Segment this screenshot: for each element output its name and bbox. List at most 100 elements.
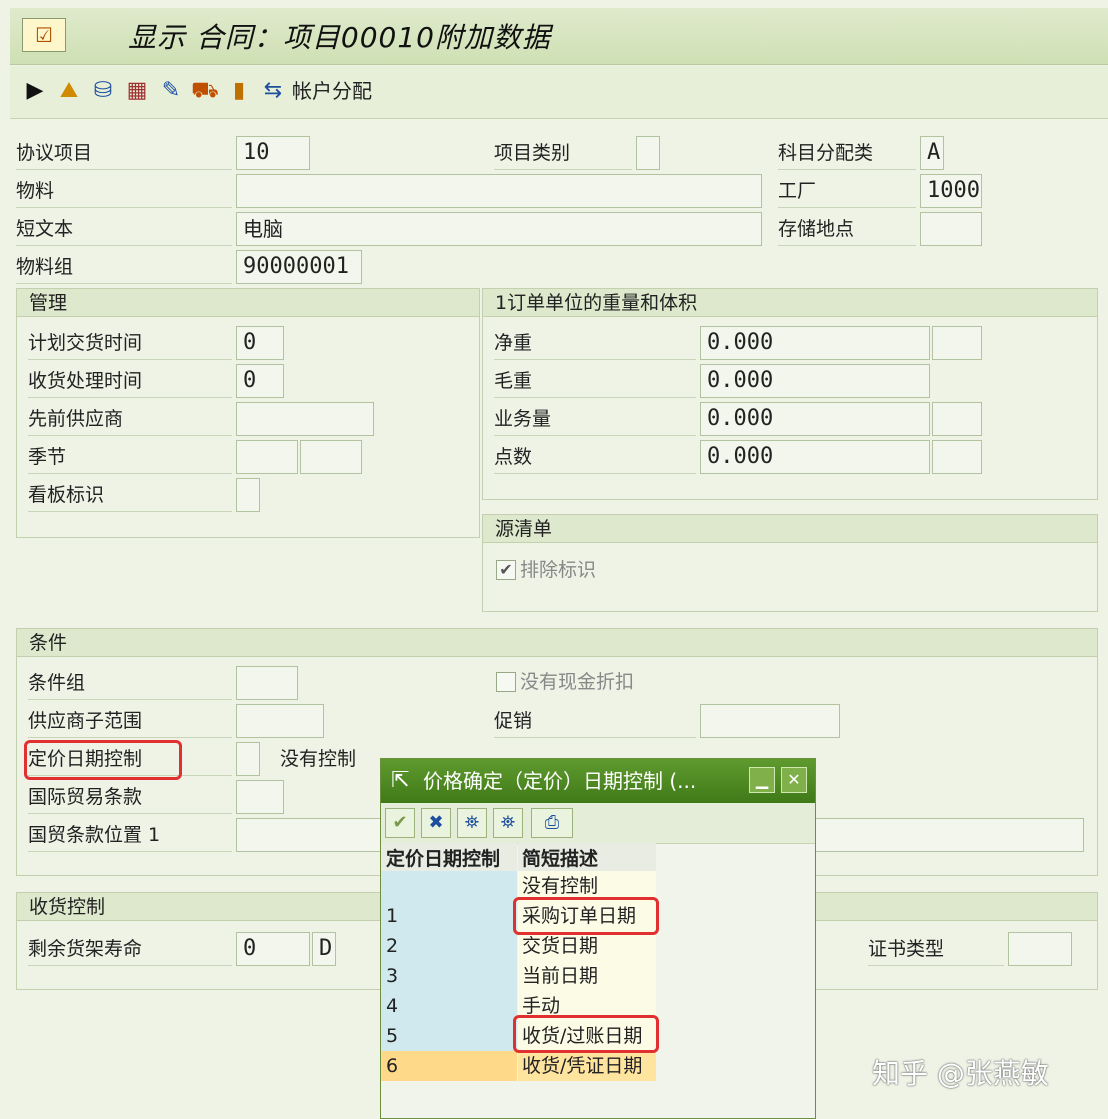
promotion-field[interactable] bbox=[700, 704, 840, 738]
exclusion-checkbox[interactable]: ✔ bbox=[496, 560, 516, 580]
list-item-desc[interactable]: 当前日期 bbox=[518, 961, 656, 991]
screen-menu-icon[interactable]: ☑ bbox=[22, 18, 66, 52]
title-bar: ☑ 显示 合同：项目00010附加数据 bbox=[10, 8, 1108, 65]
stamp-icon[interactable]: ⛁ bbox=[88, 76, 118, 106]
volume-label: 业务量 bbox=[494, 404, 696, 436]
condition-group-field[interactable] bbox=[236, 666, 298, 700]
conditions-title: 条件 bbox=[17, 629, 1097, 657]
vendor-subrange-label: 供应商子范围 bbox=[28, 706, 232, 738]
shelf-life-unit-field[interactable]: D bbox=[312, 932, 336, 966]
dialog-toolbar: ✔ ✖ ⛯ ⛯ ⎙ bbox=[381, 803, 815, 844]
material-label: 物料 bbox=[16, 176, 232, 208]
condition-group-label: 条件组 bbox=[28, 668, 232, 700]
volume-field[interactable]: 0.000 bbox=[700, 402, 930, 436]
exclusion-label: 排除标识 bbox=[520, 559, 597, 581]
planned-delivery-field[interactable]: 0 bbox=[236, 326, 284, 360]
application-toolbar: ▶ ⛰ ⛁ ▦ ✎ ⛟ ▮ ⇆ 帐户分配 bbox=[10, 66, 1108, 119]
material-group-label: 物料组 bbox=[16, 252, 232, 284]
promotion-label: 促销 bbox=[494, 706, 696, 738]
cancel-icon[interactable]: ✖ bbox=[421, 808, 451, 838]
list-item-key[interactable] bbox=[381, 871, 517, 901]
account-assignment-button[interactable]: 帐户分配 bbox=[292, 76, 372, 106]
certificate-type-field[interactable] bbox=[1008, 932, 1072, 966]
net-weight-label: 净重 bbox=[494, 328, 696, 360]
planned-delivery-label: 计划交货时间 bbox=[28, 328, 232, 360]
texts-icon[interactable]: ▦ bbox=[122, 76, 152, 106]
source-list-title: 源清单 bbox=[483, 515, 1097, 543]
material-group-field[interactable]: 90000001 bbox=[236, 250, 362, 284]
sunrise-icon[interactable]: ⛰ bbox=[54, 76, 84, 106]
incoterms-label: 国际贸易条款 bbox=[28, 782, 232, 814]
dialog-window-icon: ⇱ bbox=[391, 768, 410, 793]
find-next-icon[interactable]: ⛯ bbox=[493, 808, 523, 838]
plant-field[interactable]: 1000 bbox=[920, 174, 982, 208]
watermark-text: 知乎 @张燕敏 bbox=[872, 1057, 1049, 1090]
season-year-field[interactable] bbox=[300, 440, 362, 474]
season-category-field[interactable] bbox=[236, 440, 298, 474]
pricing-date-highlight bbox=[24, 740, 182, 780]
find-binoculars-icon[interactable]: ⛯ bbox=[457, 808, 487, 838]
weights-group-title: 1订单单位的重量和体积 bbox=[483, 289, 1097, 317]
weight-unit-field[interactable] bbox=[932, 326, 982, 360]
list-item-key[interactable]: 1 bbox=[381, 901, 517, 931]
prior-vendor-label: 先前供应商 bbox=[28, 404, 232, 436]
dialog-title-bar: ⇱ 价格确定（定价）日期控制 (... ▁ ✕ bbox=[381, 759, 815, 803]
vendor-subrange-field[interactable] bbox=[236, 704, 324, 738]
shelf-life-label: 剩余货架寿命 bbox=[28, 934, 232, 966]
season-label: 季节 bbox=[28, 442, 232, 474]
volume-unit-field[interactable] bbox=[932, 402, 982, 436]
short-text-label: 短文本 bbox=[16, 214, 232, 246]
close-button[interactable]: ✕ bbox=[781, 767, 807, 793]
expand-arrow-icon[interactable]: ▶ bbox=[26, 76, 44, 106]
list-item-desc[interactable]: 交货日期 bbox=[518, 931, 656, 961]
agreement-item-field[interactable]: 10 bbox=[236, 136, 310, 170]
pricing-date-help-dialog: ⇱ 价格确定（定价）日期控制 (... ▁ ✕ ✔ ✖ ⛯ ⛯ ⎙ 定价日期控制… bbox=[380, 758, 816, 1119]
pricing-date-control-field[interactable] bbox=[236, 742, 260, 776]
kanban-label: 看板标识 bbox=[28, 480, 232, 512]
list-item-key[interactable]: 5 bbox=[381, 1021, 517, 1051]
minimize-button[interactable]: ▁ bbox=[749, 767, 775, 793]
gr-processing-label: 收货处理时间 bbox=[28, 366, 232, 398]
account-assignment-icon[interactable]: ⇆ bbox=[258, 76, 288, 106]
pricing-date-control-text: 没有控制 bbox=[280, 748, 357, 770]
prior-vendor-field[interactable] bbox=[236, 402, 374, 436]
acct-assign-cat-field[interactable]: A bbox=[920, 136, 944, 170]
window-title: 显示 合同：项目00010附加数据 bbox=[128, 21, 551, 54]
gr-processing-field[interactable]: 0 bbox=[236, 364, 284, 398]
list-item-desc-selected[interactable]: 收货/凭证日期 bbox=[518, 1051, 656, 1081]
net-weight-field[interactable]: 0.000 bbox=[700, 326, 930, 360]
short-text-field[interactable]: 电脑 bbox=[236, 212, 762, 246]
kanban-field[interactable] bbox=[236, 478, 260, 512]
no-cash-discount-checkbox[interactable] bbox=[496, 672, 516, 692]
list-item-key[interactable]: 2 bbox=[381, 931, 517, 961]
acct-assign-cat-label: 科目分配类 bbox=[778, 138, 916, 170]
shelf-life-field[interactable]: 0 bbox=[236, 932, 310, 966]
storage-location-field[interactable] bbox=[920, 212, 982, 246]
admin-group-title: 管理 bbox=[17, 289, 479, 317]
gross-weight-field[interactable]: 0.000 bbox=[700, 364, 930, 398]
po-date-highlight bbox=[513, 897, 659, 935]
list-item-key[interactable]: 3 bbox=[381, 961, 517, 991]
print-icon[interactable]: ⎙ bbox=[531, 808, 573, 838]
item-category-field[interactable] bbox=[636, 136, 660, 170]
gr-posting-date-highlight bbox=[513, 1015, 659, 1053]
points-unit-field[interactable] bbox=[932, 440, 982, 474]
plant-label: 工厂 bbox=[778, 176, 916, 208]
edit-note-icon[interactable]: ✎ bbox=[156, 76, 186, 106]
agreement-item-label: 协议项目 bbox=[16, 138, 232, 170]
storage-location-label: 存储地点 bbox=[778, 214, 916, 246]
dialog-title: 价格确定（定价）日期控制 (... bbox=[423, 769, 697, 793]
incoterms-location-label: 国贸条款位置 1 bbox=[28, 820, 232, 852]
incoterms-field[interactable] bbox=[236, 780, 284, 814]
certificate-type-label: 证书类型 bbox=[868, 934, 1004, 966]
confirm-check-icon[interactable]: ✔ bbox=[385, 808, 415, 838]
list-item-key-selected[interactable]: 6 bbox=[381, 1051, 517, 1081]
gross-weight-label: 毛重 bbox=[494, 366, 696, 398]
material-field[interactable] bbox=[236, 174, 762, 208]
statistics-icon[interactable]: ▮ bbox=[224, 76, 254, 106]
points-label: 点数 bbox=[494, 442, 696, 474]
list-item-key[interactable]: 4 bbox=[381, 991, 517, 1021]
item-category-label: 项目类别 bbox=[494, 138, 632, 170]
delivery-truck-icon[interactable]: ⛟ bbox=[190, 76, 220, 106]
points-field[interactable]: 0.000 bbox=[700, 440, 930, 474]
